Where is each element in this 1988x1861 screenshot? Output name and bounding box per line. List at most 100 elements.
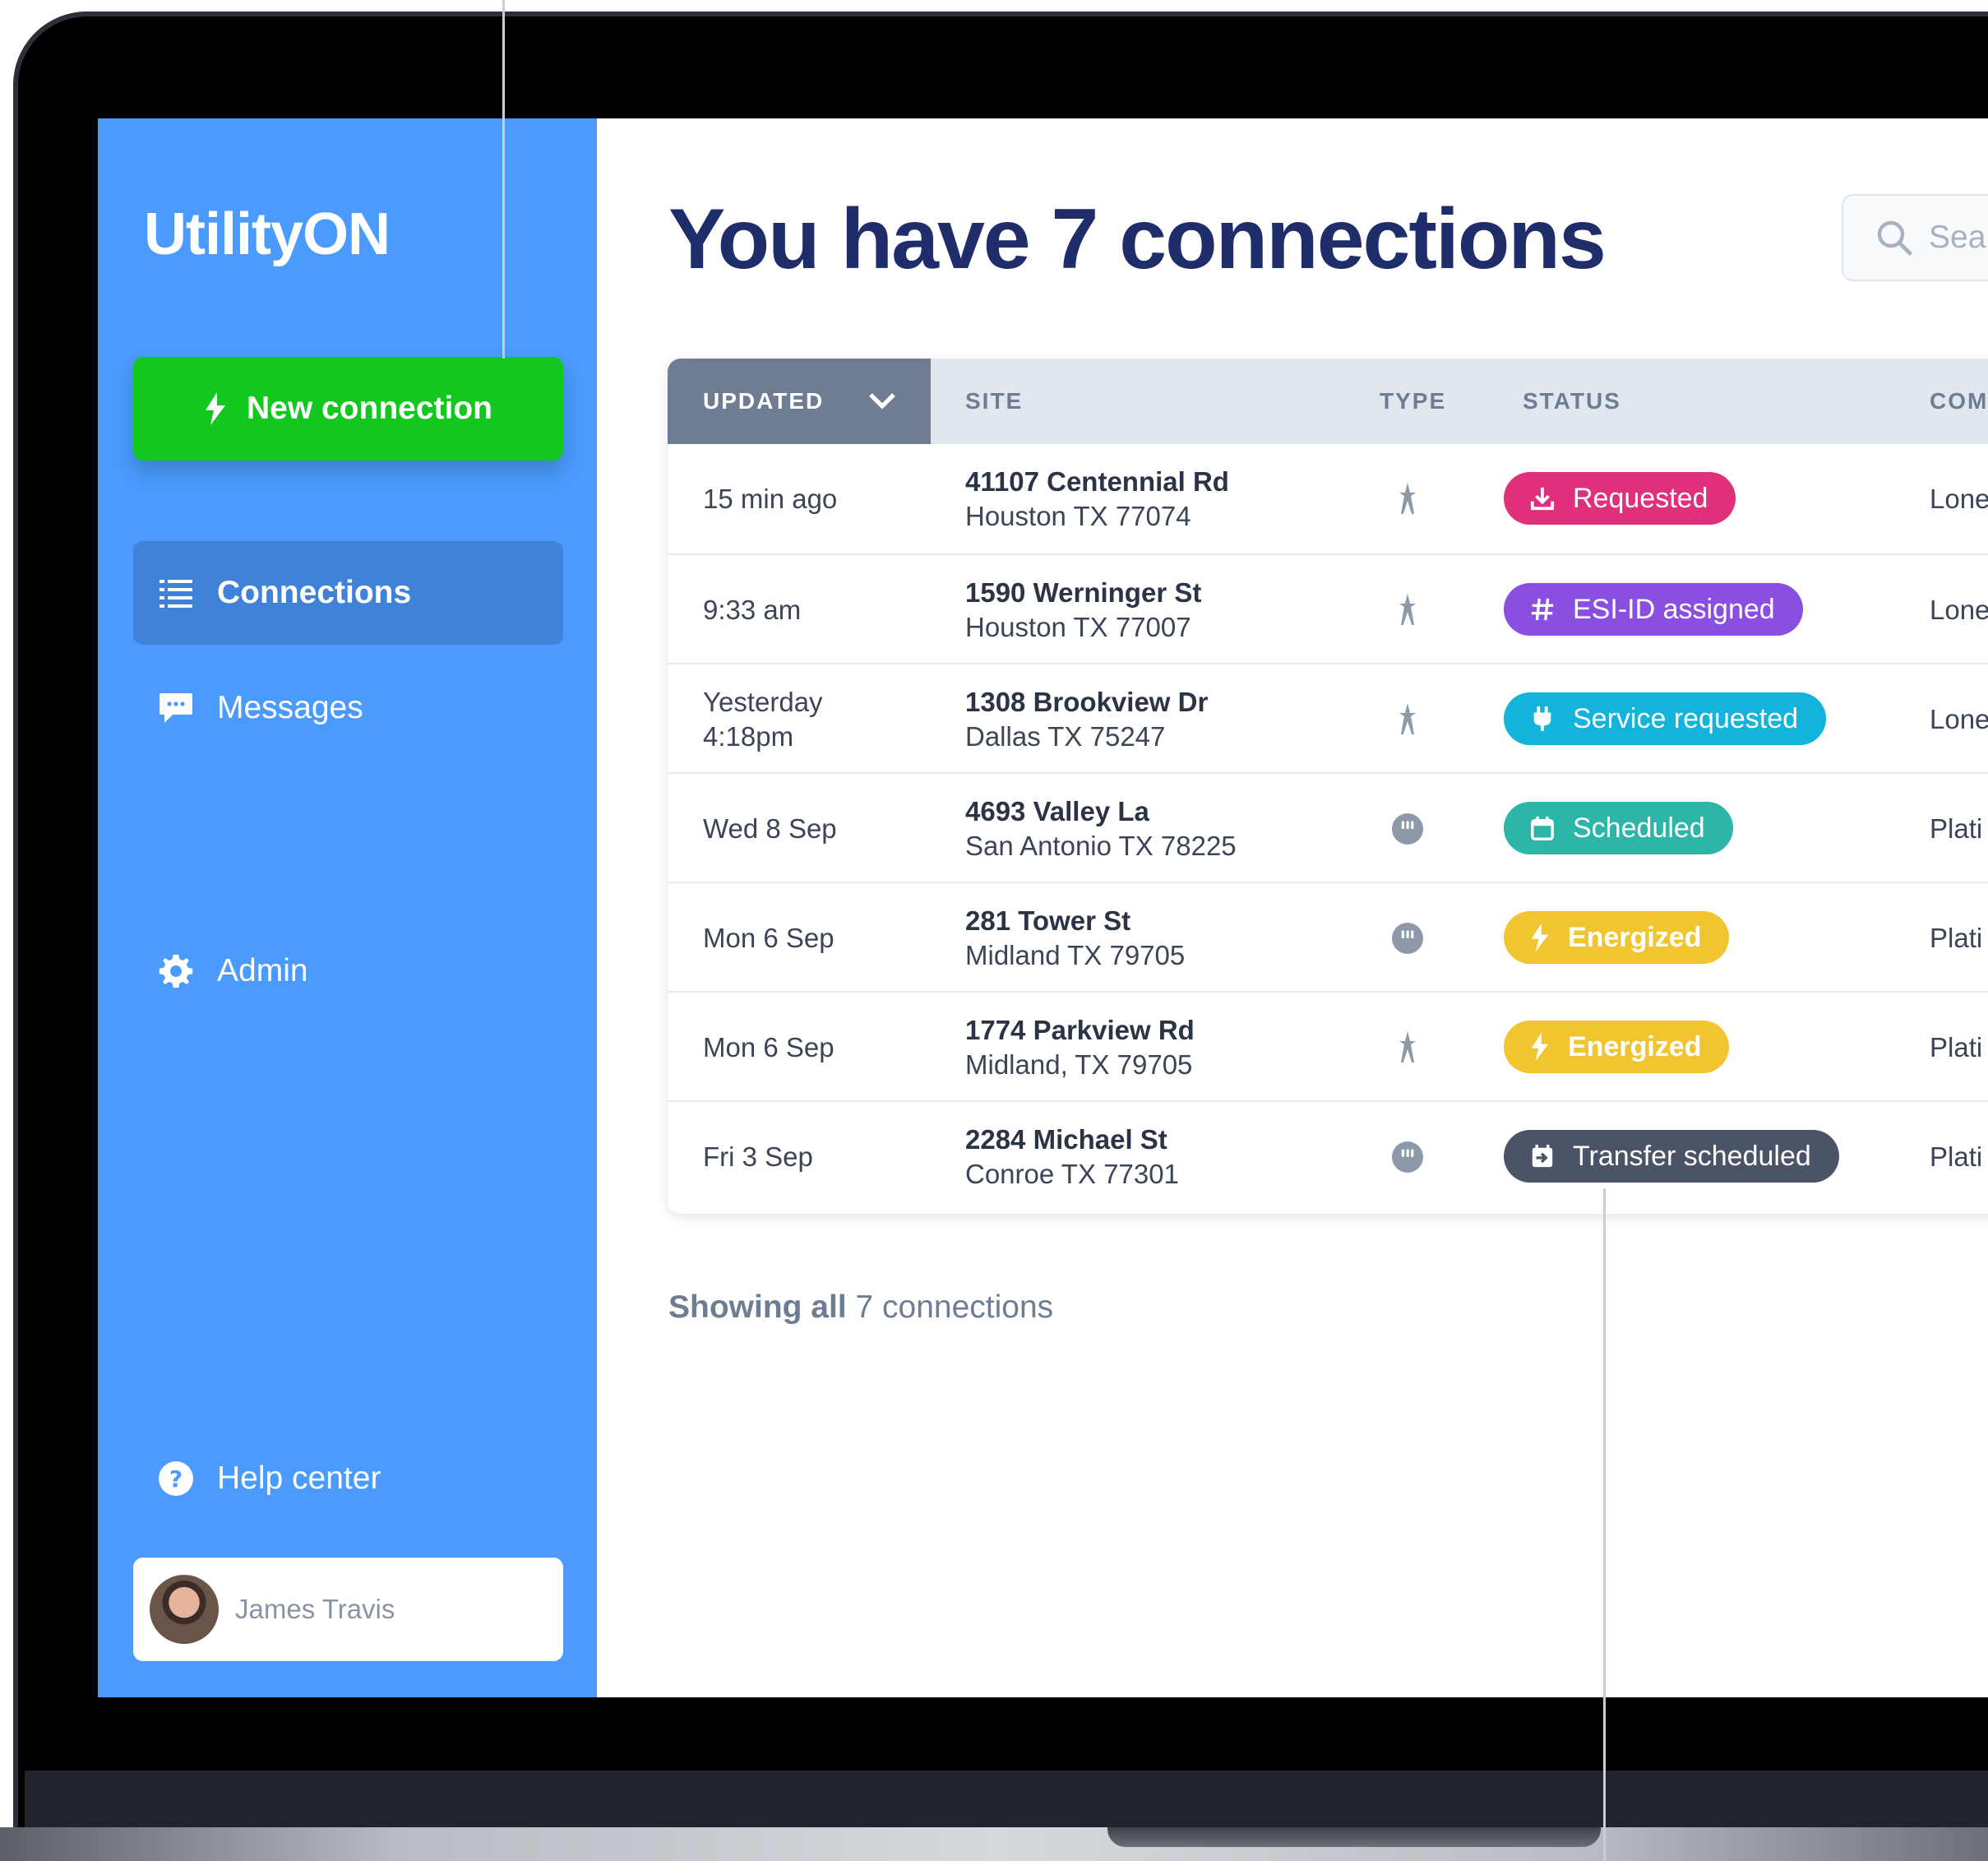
electric-tower-icon	[1387, 555, 1428, 664]
cell-updated: Mon 6 Sep	[703, 993, 834, 1102]
svg-text:?: ?	[169, 1465, 183, 1493]
logo-text: Utility	[144, 201, 303, 267]
table-header: UPDATED SITE TYPE STATUS COM	[668, 359, 1988, 444]
cell-company: Plati	[1930, 1031, 1983, 1062]
plug-icon	[1530, 706, 1555, 732]
lightning-icon	[1530, 1033, 1550, 1061]
table-row[interactable]: Fri 3 Sep 2284 Michael St Conroe TX 77301 T…	[668, 1100, 1988, 1211]
logo-text-on: ON	[303, 201, 391, 267]
sidebar-item-label: Messages	[217, 690, 363, 725]
column-header-label: UPDATED	[703, 388, 825, 414]
user-profile-card[interactable]: James Travis	[133, 1558, 563, 1661]
sidebar-item-label: Connections	[217, 575, 412, 610]
site-street: 1774 Parkview Rd	[965, 1014, 1195, 1045]
status-label: Energized	[1568, 921, 1702, 953]
site-street: 41107 Centennial Rd	[965, 465, 1229, 497]
annotation-line-top	[502, 0, 505, 359]
hash-icon	[1530, 597, 1555, 622]
gear-icon	[158, 953, 194, 989]
status-label: Requested	[1573, 482, 1708, 514]
new-connection-label: New connection	[246, 391, 493, 426]
lightning-icon	[1530, 924, 1550, 951]
updated-text: Fri 3 Sep	[703, 1141, 813, 1172]
cell-updated: 9:33 am	[703, 555, 801, 664]
transfer-icon	[1530, 1144, 1555, 1169]
site-city: San Antonio TX 78225	[965, 830, 1237, 861]
column-header-company[interactable]: COM	[1930, 359, 1988, 444]
connections-table: UPDATED SITE TYPE STATUS COM 15 min ago 4…	[668, 359, 1988, 1214]
electric-tower-icon	[1387, 664, 1428, 774]
site-street: 281 Tower St	[965, 905, 1131, 936]
cell-company: Plati	[1930, 922, 1983, 953]
app-screen: UtilityON New connection Connections Mes…	[98, 118, 1988, 1697]
site-street: 2284 Michael St	[965, 1123, 1167, 1155]
sidebar-item-help-center[interactable]: ? Help center	[133, 1427, 563, 1530]
cell-updated: Wed 8 Sep	[703, 774, 837, 883]
site-city: Houston TX 77007	[965, 611, 1191, 642]
help-circle-icon: ?	[158, 1461, 194, 1497]
new-connection-button[interactable]: New connection	[133, 357, 563, 461]
laptop-notch	[1107, 1827, 1601, 1847]
app-logo[interactable]: UtilityON	[144, 201, 391, 268]
cell-updated: Mon 6 Sep	[703, 883, 834, 993]
cell-site: 41107 Centennial Rd Houston TX 77074	[965, 444, 1229, 553]
results-summary: Showing all 7 connections	[668, 1289, 1053, 1326]
results-summary-bold: Showing all	[668, 1289, 847, 1325]
results-summary-count: 7 connections	[846, 1289, 1054, 1325]
site-street: 1308 Brookview Dr	[965, 686, 1209, 717]
status-badge: ESI-ID assigned	[1504, 583, 1803, 636]
sidebar-item-connections[interactable]: Connections	[133, 541, 563, 645]
cell-updated: Yesterday 4:18pm	[703, 664, 823, 774]
cell-company: Plati	[1930, 1141, 1983, 1172]
updated-text: Yesterday	[703, 686, 823, 717]
sidebar-item-messages[interactable]: Messages	[133, 656, 563, 760]
search-input[interactable]: Sea	[1842, 194, 1988, 281]
status-label: Energized	[1568, 1030, 1702, 1062]
calendar-icon	[1530, 816, 1555, 840]
site-city: Houston TX 77074	[965, 500, 1191, 531]
cell-site: 1308 Brookview Dr Dallas TX 75247	[965, 664, 1208, 774]
status-badge: Scheduled	[1504, 802, 1733, 854]
updated-text: Wed 8 Sep	[703, 812, 837, 844]
user-name: James Travis	[235, 1594, 395, 1624]
cell-updated: 15 min ago	[703, 444, 837, 553]
status-badge: Energized	[1504, 1021, 1730, 1073]
cell-company: Lone	[1930, 594, 1988, 625]
updated-text: 15 min ago	[703, 483, 838, 514]
updated-text: Mon 6 Sep	[703, 922, 834, 953]
search-icon	[1877, 220, 1912, 256]
electric-tower-icon	[1387, 444, 1428, 553]
cell-site: 2284 Michael St Conroe TX 77301	[965, 1102, 1179, 1211]
sidebar-item-admin[interactable]: Admin	[133, 919, 563, 1023]
annotation-line-bottom	[1603, 1188, 1606, 1861]
list-icon	[158, 575, 194, 611]
table-row[interactable]: Yesterday 4:18pm 1308 Brookview Dr Dallas T…	[668, 663, 1988, 774]
table-row[interactable]: 15 min ago 41107 Centennial Rd Houston TX …	[668, 444, 1988, 553]
table-row[interactable]: Mon 6 Sep 1774 Parkview Rd Midland, TX 797…	[668, 991, 1988, 1102]
cell-site: 281 Tower St Midland TX 79705	[965, 883, 1185, 993]
table-row[interactable]: Mon 6 Sep 281 Tower St Midland TX 79705 Ene…	[668, 882, 1988, 993]
outlet-icon	[1387, 1102, 1428, 1211]
cell-updated: Fri 3 Sep	[703, 1102, 813, 1211]
chevron-down-icon	[869, 393, 896, 410]
column-header-updated[interactable]: UPDATED	[668, 359, 931, 444]
status-badge: Energized	[1504, 911, 1730, 964]
cell-company: Lone	[1930, 703, 1988, 734]
site-street: 1590 Werninger St	[965, 576, 1202, 608]
table-row[interactable]: 9:33 am 1590 Werninger St Houston TX 77007…	[668, 553, 1988, 664]
column-header-status[interactable]: STATUS	[1523, 359, 1621, 444]
chat-bubble-icon	[158, 690, 194, 726]
cell-site: 1774 Parkview Rd Midland, TX 79705	[965, 993, 1195, 1102]
updated-text: 4:18pm	[703, 720, 794, 752]
cell-company: Plati	[1930, 812, 1983, 844]
table-row[interactable]: Wed 8 Sep 4693 Valley La San Antonio TX 78…	[668, 772, 1988, 883]
updated-text: 9:33 am	[703, 594, 802, 625]
cell-company: Lone	[1930, 483, 1988, 514]
cell-site: 1590 Werninger St Houston TX 77007	[965, 555, 1201, 664]
status-badge: Transfer scheduled	[1504, 1130, 1839, 1183]
column-header-site[interactable]: SITE	[965, 359, 1023, 444]
site-street: 4693 Valley La	[965, 795, 1149, 826]
sidebar: UtilityON New connection Connections Mes…	[98, 118, 597, 1697]
column-header-type[interactable]: TYPE	[1380, 359, 1446, 444]
laptop-base	[0, 1827, 1988, 1861]
